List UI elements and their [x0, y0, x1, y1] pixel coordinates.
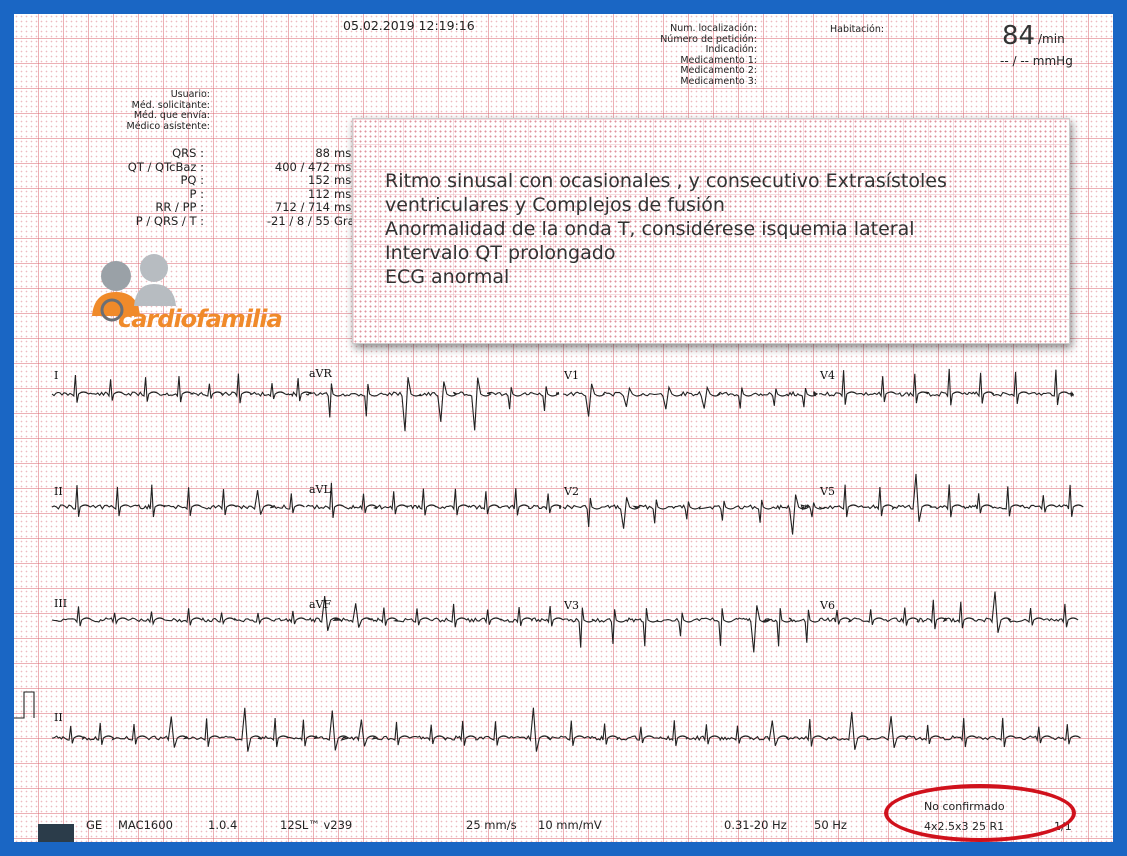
- lead-label-III: III: [54, 597, 68, 610]
- ecg-paper: 05.02.2019 12:19:16 Num. localización: N…: [14, 14, 1113, 842]
- lead-label-V1: V1: [564, 369, 579, 382]
- lead-label-V2: V2: [564, 485, 579, 498]
- ecg-trace-lead-V1: [562, 383, 819, 417]
- device-brand: GE: [86, 818, 103, 832]
- paper-speed: 25 mm/s: [466, 818, 517, 832]
- mains-filter: 50 Hz: [814, 818, 847, 832]
- calibration-chip: [38, 824, 74, 842]
- ecg-trace-lead-V4: [818, 368, 1075, 406]
- ecg-trace-lead-aVL: [305, 482, 562, 518]
- ecg-trace-lead-aVF: [305, 596, 564, 631]
- lead-label-aVF: aVF: [309, 598, 332, 611]
- lead-label-V4: V4: [820, 369, 835, 382]
- ecg-trace-rhythm-II: [51, 707, 1081, 752]
- ecg-trace-lead-I: [51, 373, 312, 404]
- calibration-pulse: [14, 691, 35, 719]
- lead-label-V6: V6: [820, 599, 835, 612]
- lead-label-aVL: aVL: [309, 483, 331, 496]
- device-model: MAC1600: [118, 818, 173, 832]
- lead-label-rhythm-II: II: [54, 711, 63, 724]
- highlight-oval: [884, 784, 1076, 842]
- lead-label-V5: V5: [820, 485, 835, 498]
- ecg-trace-lead-III: [51, 606, 307, 627]
- lead-label-II: II: [54, 485, 63, 498]
- device-version: 1.0.4: [208, 818, 238, 832]
- ecg-trace-lead-V2: [562, 494, 826, 535]
- ecg-trace-lead-aVR: [305, 377, 560, 432]
- ecg-trace-lead-V5: [818, 473, 1084, 523]
- ecg-trace-lead-V6: [818, 591, 1079, 633]
- software-version: 12SL™ v239: [280, 818, 353, 832]
- ecg-traces: [14, 368, 1084, 752]
- lead-label-V3: V3: [564, 599, 579, 612]
- frame-border: 05.02.2019 12:19:16 Num. localización: N…: [0, 0, 1127, 856]
- gain: 10 mm/mV: [538, 818, 602, 832]
- ecg-trace-lead-II: [51, 484, 305, 518]
- lead-label-aVR: aVR: [309, 367, 332, 380]
- ecg-trace-lead-V3: [562, 605, 821, 653]
- lead-label-I: I: [54, 369, 59, 382]
- filter: 0.31-20 Hz: [724, 818, 787, 832]
